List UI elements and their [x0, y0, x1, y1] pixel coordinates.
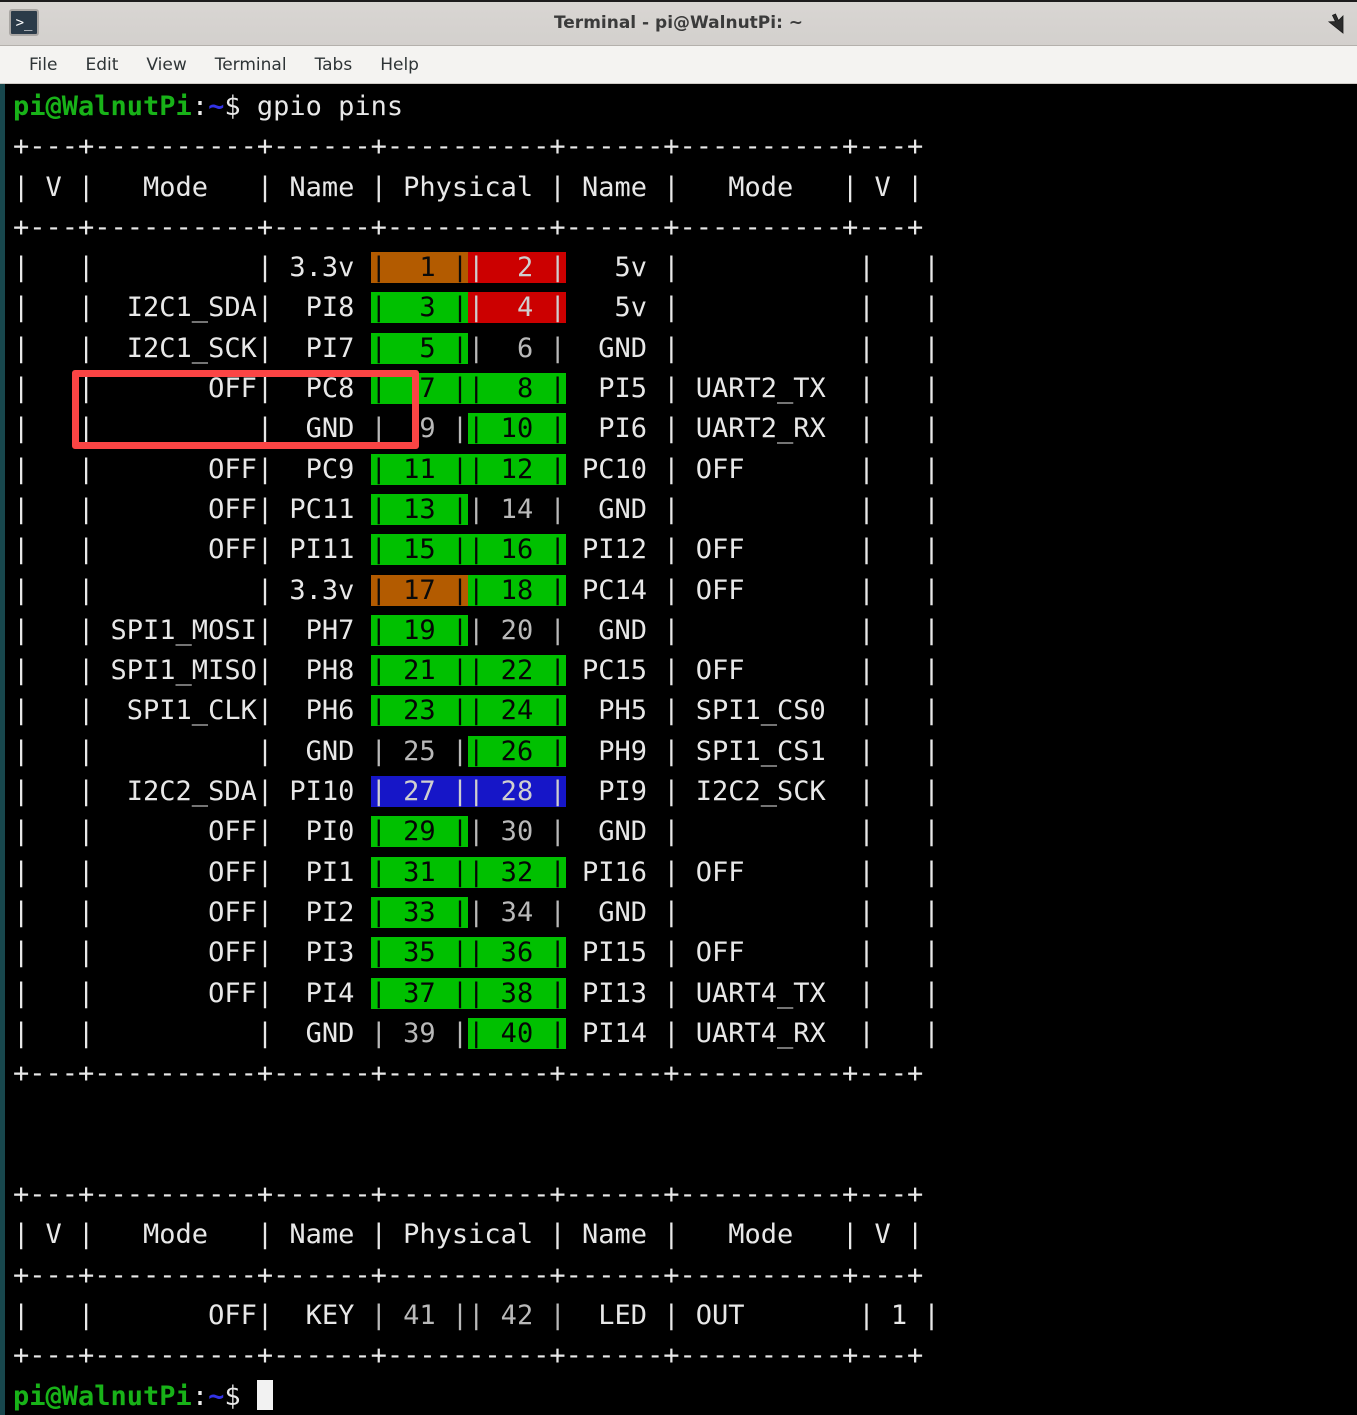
terminal-output[interactable]: pi@WalnutPi:~$ gpio pins +---+----------+…: [5, 84, 1357, 1415]
menu-item-tabs[interactable]: Tabs: [302, 52, 366, 78]
menu-bar[interactable]: File Edit View Terminal Tabs Help: [0, 46, 1357, 84]
menu-item-help[interactable]: Help: [367, 52, 432, 78]
menu-item-view[interactable]: View: [133, 52, 199, 78]
window-title: Terminal - pi@WalnutPi: ~: [553, 12, 804, 33]
title-bar[interactable]: >_ Terminal - pi@WalnutPi: ~: [0, 0, 1357, 46]
terminal-window: >_ Terminal - pi@WalnutPi: ~ File Edit V…: [0, 0, 1357, 1415]
text-cursor: [256, 1379, 273, 1410]
menu-item-file[interactable]: File: [16, 52, 70, 78]
menu-item-terminal[interactable]: Terminal: [202, 52, 300, 78]
mouse-pointer-icon: [1327, 13, 1344, 34]
menu-item-edit[interactable]: Edit: [72, 52, 131, 78]
terminal-app-icon: >_: [9, 9, 39, 36]
terminal-area[interactable]: pi@WalnutPi:~$ gpio pins +---+----------+…: [0, 84, 1357, 1415]
terminal-app-icon-glyph: >_: [15, 14, 33, 31]
